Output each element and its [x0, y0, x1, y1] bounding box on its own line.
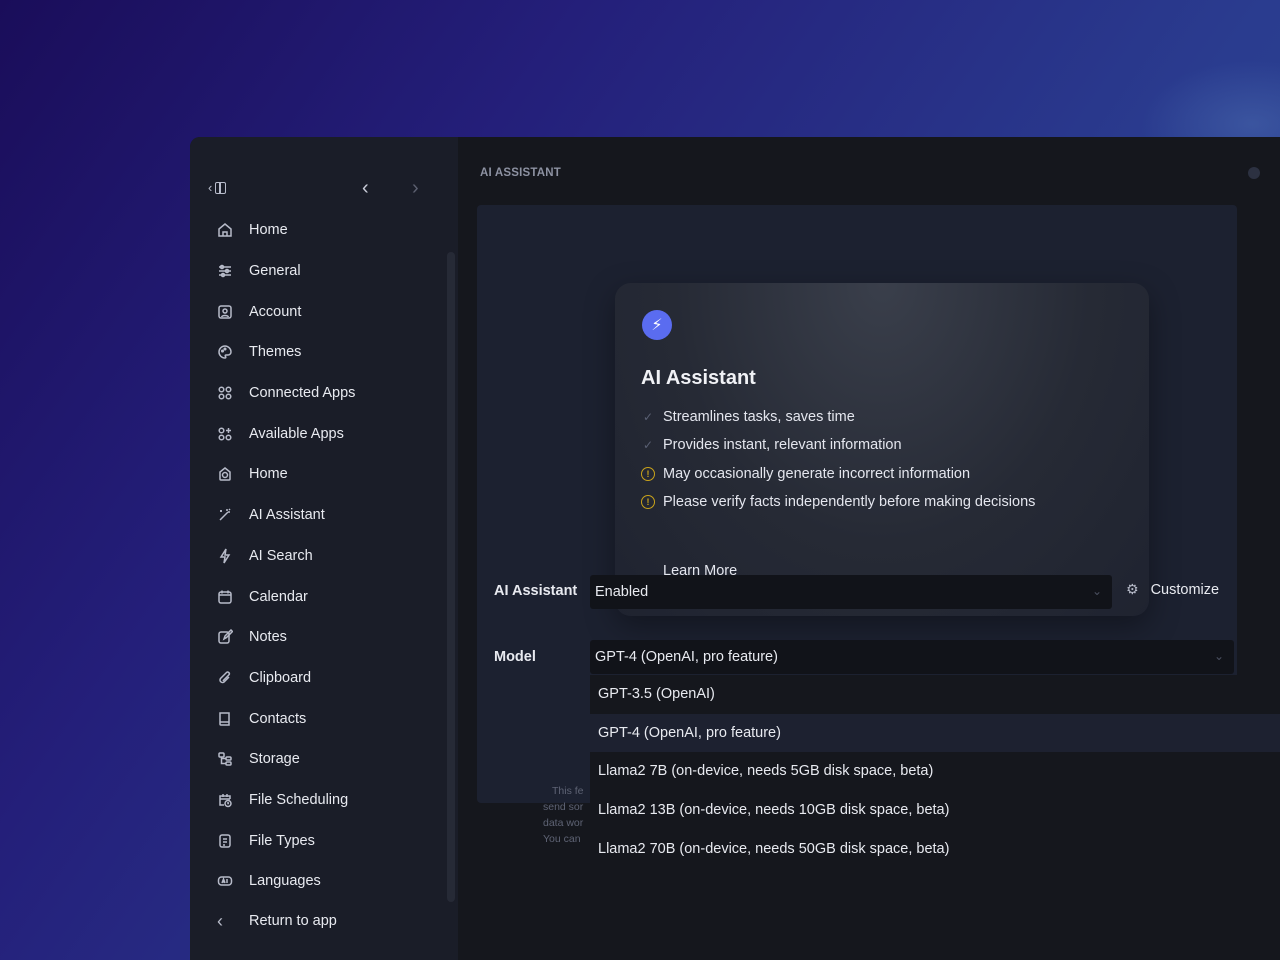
sidebar-scrollbar[interactable] — [447, 252, 455, 902]
sidebar-item-available-apps[interactable]: Available Apps — [190, 413, 445, 454]
sidebar-item-label: Account — [249, 303, 302, 320]
bolt-icon — [217, 548, 233, 564]
description-text: This fe send sor data wor You can — [543, 785, 584, 845]
bolt-icon: ⚡ — [642, 310, 672, 340]
model-option-llama2-7b[interactable]: Llama2 7B (on-device, needs 5GB disk spa… — [590, 752, 1280, 791]
sidebar-item-home[interactable]: Home — [190, 210, 445, 251]
sidebar-item-storage[interactable]: Storage — [190, 739, 445, 780]
sidebar-item-label: Languages — [249, 873, 321, 890]
home-icon — [217, 222, 233, 238]
sidebar-item-themes[interactable]: Themes — [190, 332, 445, 373]
sidebar-item-label: Themes — [249, 344, 302, 361]
sidebar-item-label: Home — [249, 466, 288, 483]
ai-assistant-select[interactable]: Enabled ⌄ — [590, 575, 1112, 609]
ai-assistant-label: AI Assistant — [494, 583, 578, 599]
feature-text: May occasionally generate incorrect info… — [663, 466, 971, 482]
sidebar-item-label: File Scheduling — [249, 791, 349, 808]
sidebar-item-label: Available Apps — [249, 425, 344, 442]
chevron-left-icon: ‹ — [217, 910, 223, 931]
model-select-value: GPT-4 (OpenAI, pro feature) — [595, 649, 778, 665]
chevron-right-icon[interactable]: › — [412, 177, 419, 200]
model-select[interactable]: GPT-4 (OpenAI, pro feature) ⌄ — [590, 640, 1234, 674]
sidebar-item-ai-search[interactable]: AI Search — [190, 536, 445, 577]
grid-plus-icon — [217, 426, 233, 442]
check-icon: ✓ — [642, 438, 654, 452]
sidebar-item-label: AI Assistant — [249, 507, 325, 524]
file-list-icon — [217, 833, 233, 849]
sidebar-item-label: General — [249, 263, 301, 280]
note-edit-icon — [217, 629, 233, 645]
palette-icon — [217, 344, 233, 360]
paperclip-icon — [217, 670, 233, 686]
sidebar-item-file-types[interactable]: File Types — [190, 820, 445, 861]
model-option-llama2-13b[interactable]: Llama2 13B (on-device, needs 10GB disk s… — [590, 791, 1280, 830]
user-square-icon — [217, 304, 233, 320]
model-option-llama2-70b[interactable]: Llama2 70B (on-device, needs 50GB disk s… — [590, 829, 1280, 868]
calendar-icon — [217, 589, 233, 605]
sidebar-item-notes[interactable]: Notes — [190, 617, 445, 658]
model-option-gpt4[interactable]: GPT-4 (OpenAI, pro feature) — [590, 713, 1280, 753]
check-icon: ✓ — [642, 410, 654, 424]
sidebar-item-account[interactable]: Account — [190, 291, 445, 332]
return-to-app-button[interactable]: ‹ Return to app — [190, 901, 445, 941]
main-content: AI ASSISTANT ⚡ AI Assistant ✓ Streamline… — [458, 137, 1280, 960]
feature-item: ✓ Streamlines tasks, saves time — [641, 409, 855, 425]
section-title: AI ASSISTANT — [480, 167, 561, 179]
feature-text: Streamlines tasks, saves time — [663, 409, 855, 425]
sidebar-toolbar: ‹ ‹ › — [208, 177, 438, 201]
sidebar-item-label: Storage — [249, 751, 300, 768]
ai-assistant-card: ⚡ AI Assistant ✓ Streamlines tasks, save… — [615, 283, 1149, 616]
sidebar-item-home-2[interactable]: Home — [190, 454, 445, 495]
target-icon — [217, 466, 233, 482]
sidebar-toggle-icon[interactable]: ‹ — [208, 180, 227, 195]
sidebar-item-clipboard[interactable]: Clipboard — [190, 658, 445, 699]
model-dropdown-menu: GPT-3.5 (OpenAI) GPT-4 (OpenAI, pro feat… — [590, 675, 1280, 875]
chevron-left-icon[interactable]: ‹ — [362, 177, 369, 200]
warning-icon: ! — [641, 495, 655, 509]
sidebar-item-calendar[interactable]: Calendar — [190, 576, 445, 617]
card-title: AI Assistant — [641, 367, 756, 389]
sidebar-item-file-scheduling[interactable]: File Scheduling — [190, 780, 445, 821]
sidebar-item-languages[interactable]: Languages — [190, 861, 445, 902]
warning-icon: ! — [641, 467, 655, 481]
model-label: Model — [494, 649, 536, 665]
sidebar-item-label: Calendar — [249, 588, 308, 605]
feature-item: ! Please verify facts independently befo… — [641, 494, 1035, 510]
hierarchy-icon — [217, 751, 233, 767]
settings-window: ‹ ‹ › Home General Account Themes Connec… — [190, 137, 1280, 960]
sidebar-item-label: File Types — [249, 832, 315, 849]
feature-item: ✓ Provides instant, relevant information — [641, 437, 902, 453]
background-glow — [1140, 60, 1280, 140]
customize-button[interactable]: ⚙ Customize — [1126, 581, 1219, 598]
sidebar-item-label: Connected Apps — [249, 385, 356, 402]
sidebar: ‹ ‹ › Home General Account Themes Connec… — [190, 137, 458, 960]
grid-icon — [217, 385, 233, 401]
magic-wand-icon — [217, 507, 233, 523]
status-dot-icon — [1248, 167, 1260, 179]
model-option-gpt35[interactable]: GPT-3.5 (OpenAI) — [590, 675, 1280, 714]
sliders-icon — [217, 263, 233, 279]
customize-label: Customize — [1150, 581, 1220, 598]
sidebar-item-ai-assistant[interactable]: AI Assistant — [190, 495, 445, 536]
sidebar-item-label: Home — [249, 222, 288, 239]
language-icon — [217, 873, 233, 889]
sidebar-item-label: Notes — [249, 629, 287, 646]
sidebar-item-contacts[interactable]: Contacts — [190, 698, 445, 739]
feature-text: Provides instant, relevant information — [663, 437, 902, 453]
sidebar-item-label: Clipboard — [249, 669, 312, 686]
chevron-down-icon: ⌄ — [1091, 584, 1102, 598]
sidebar-item-label: AI Search — [249, 547, 313, 564]
calendar-clock-icon — [217, 792, 233, 808]
ai-assistant-select-value: Enabled — [595, 584, 649, 600]
gear-icon: ⚙ — [1126, 581, 1139, 597]
return-label: Return to app — [249, 913, 337, 929]
sidebar-item-label: Contacts — [249, 710, 307, 727]
feature-item: ! May occasionally generate incorrect in… — [641, 466, 970, 482]
sidebar-item-general[interactable]: General — [190, 251, 445, 292]
sidebar-menu: Home General Account Themes Connected Ap… — [190, 210, 445, 902]
book-icon — [217, 711, 233, 727]
feature-text: Please verify facts independently before… — [663, 494, 1036, 510]
sidebar-item-connected-apps[interactable]: Connected Apps — [190, 373, 445, 414]
chevron-down-icon: ⌄ — [1213, 649, 1224, 663]
